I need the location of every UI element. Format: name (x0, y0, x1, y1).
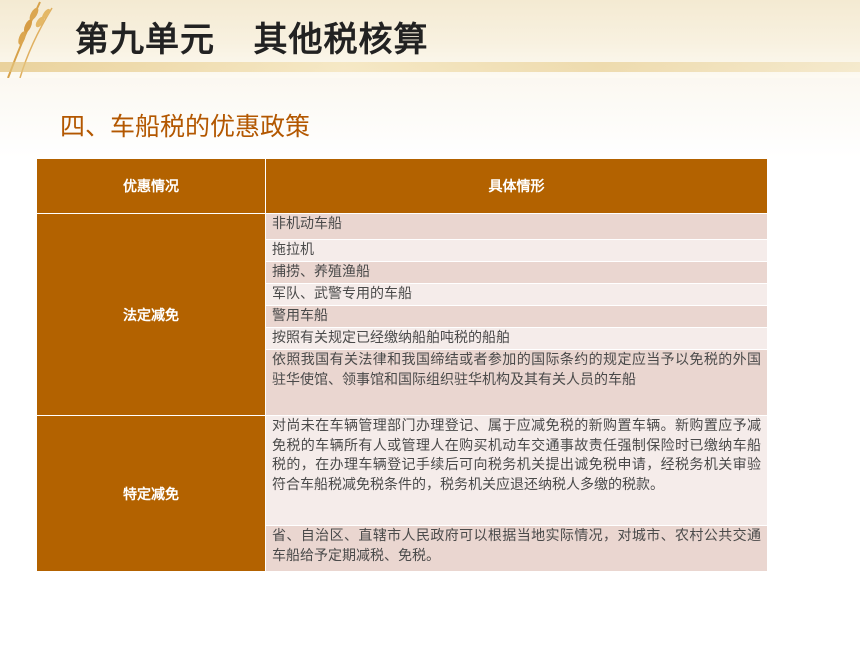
table-cell: 对尚未在车辆管理部门办理登记、属于应减免税的新购置车辆。新购置应予减免税的车辆所… (265, 415, 768, 526)
table-cell: 捕捞、养殖渔船 (265, 261, 768, 284)
table-cell: 按照有关规定已经缴纳船舶吨税的船舶 (265, 327, 768, 350)
section-subtitle: 四、车船税的优惠政策 (60, 112, 311, 141)
table-cell: 军队、武警专用的车船 (265, 283, 768, 306)
column-header-category: 优惠情况 (36, 158, 266, 214)
table-cell: 依照我国有关法律和我国缔结或者参加的国际条约的规定应当予以免税的外国驻华使馆、领… (265, 349, 768, 416)
banner-stripe (0, 62, 860, 72)
table-header-row: 优惠情况 具体情形 (36, 158, 768, 214)
table-row: 特定减免 对尚未在车辆管理部门办理登记、属于应减免税的新购置车辆。新购置应予减免… (36, 415, 768, 572)
policy-table: 优惠情况 具体情形 法定减免 非机动车船 拖拉机 捕捞、养殖渔船 军队、武警专用… (36, 158, 768, 572)
category-specific: 特定减免 (36, 415, 266, 572)
table-cell: 拖拉机 (265, 239, 768, 262)
column-header-details: 具体情形 (265, 158, 768, 214)
table-row: 法定减免 非机动车船 (36, 213, 768, 416)
header-banner: 第九单元 其他税核算 (0, 0, 860, 78)
category-statutory: 法定减免 (36, 213, 266, 416)
page-title: 第九单元 其他税核算 (75, 20, 429, 60)
table-cell: 省、自治区、直辖市人民政府可以根据当地实际情况，对城市、农村公共交通车船给予定期… (265, 525, 768, 572)
table-cell: 警用车船 (265, 305, 768, 328)
table-cell: 非机动车船 (265, 213, 768, 240)
